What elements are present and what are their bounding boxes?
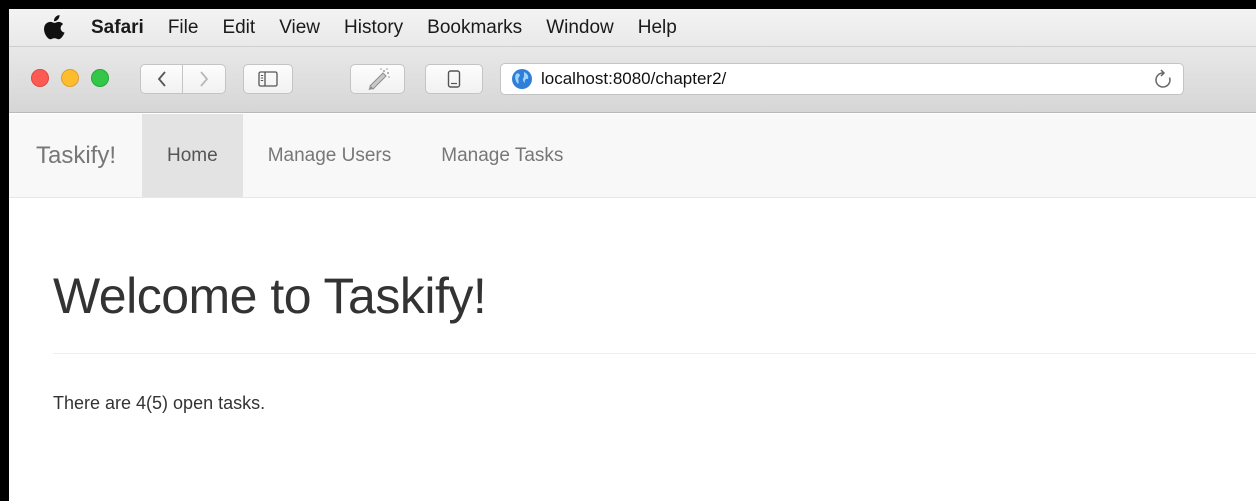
chevron-right-icon <box>200 71 209 87</box>
apple-logo-icon[interactable] <box>33 15 77 40</box>
nav-home[interactable]: Home <box>142 114 243 197</box>
history-nav-group <box>140 64 226 94</box>
menu-edit[interactable]: Edit <box>210 17 267 39</box>
app-navbar: Taskify! Home Manage Users Manage Tasks <box>9 114 1256 198</box>
back-button[interactable] <box>140 64 183 94</box>
browser-toolbar: localhost:8080/chapter2/ <box>9 47 1256 113</box>
reload-icon[interactable] <box>1153 69 1173 91</box>
sidebar-icon <box>258 71 278 87</box>
main-content: Welcome to Taskify! There are 4(5) open … <box>53 199 1256 414</box>
close-window-button[interactable] <box>31 69 49 87</box>
browser-window: Safari File Edit View History Bookmarks … <box>9 9 1256 501</box>
task-summary-text: There are 4(5) open tasks. <box>53 393 266 413</box>
page-title: Welcome to Taskify! <box>53 268 487 324</box>
navbar-brand[interactable]: Taskify! <box>9 114 142 197</box>
pencil-extension-icon <box>368 68 390 90</box>
extension-button[interactable] <box>350 64 405 94</box>
zoom-window-button[interactable] <box>91 69 109 87</box>
menu-bookmarks[interactable]: Bookmarks <box>415 17 534 39</box>
menu-file[interactable]: File <box>156 17 211 39</box>
menu-window[interactable]: Window <box>534 17 626 39</box>
sidebar-button[interactable] <box>243 64 293 94</box>
url-text[interactable]: localhost:8080/chapter2/ <box>541 69 726 89</box>
tablet-device-icon <box>447 70 461 88</box>
menu-history[interactable]: History <box>332 17 415 39</box>
forward-button[interactable] <box>183 64 226 94</box>
nav-manage-users[interactable]: Manage Users <box>243 114 417 197</box>
address-bar[interactable]: localhost:8080/chapter2/ <box>500 63 1184 95</box>
nav-manage-tasks[interactable]: Manage Tasks <box>416 114 588 197</box>
device-button[interactable] <box>425 64 483 94</box>
menu-view[interactable]: View <box>267 17 332 39</box>
minimize-window-button[interactable] <box>61 69 79 87</box>
header-divider <box>53 353 1256 354</box>
menu-bar: Safari File Edit View History Bookmarks … <box>9 9 1256 47</box>
globe-icon <box>512 69 532 89</box>
chevron-left-icon <box>157 71 166 87</box>
menu-app-name[interactable]: Safari <box>79 17 156 39</box>
menu-help[interactable]: Help <box>626 17 689 39</box>
